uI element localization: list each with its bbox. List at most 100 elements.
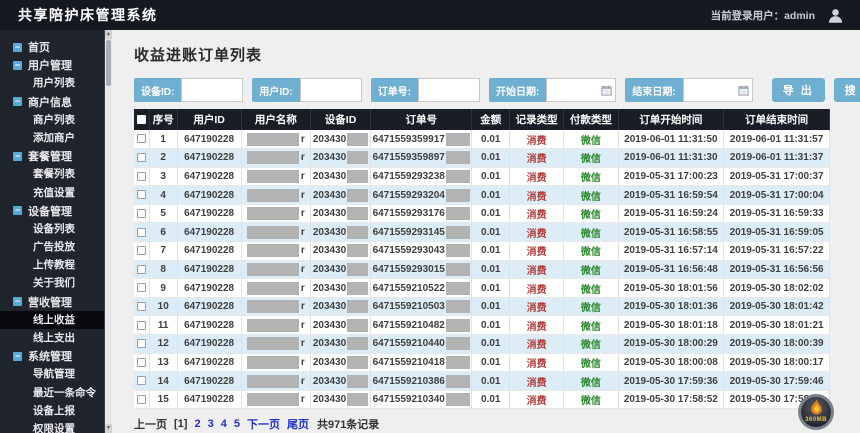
pagination: 上一页[1]2345下一页尾页共971条记录 [134,416,830,432]
row-checkbox[interactable] [137,358,146,367]
cell-user-id: 647190228 [177,390,241,409]
collapse-minus-icon[interactable]: − [13,97,22,106]
search-label-end-date: 结束日期: [625,78,682,102]
scrollbar-up-arrow-icon[interactable]: ▲ [105,30,112,39]
collapse-minus-icon[interactable]: − [13,43,22,52]
column-header-user-id: 用户ID [177,109,241,130]
cell-order-no: 6471559293145 [370,223,472,242]
cell-device-id: 203430 [311,372,371,391]
row-checkbox[interactable] [137,246,146,255]
360-speed-badge[interactable]: 360MB [798,394,834,430]
cell-device-id: 203430 [311,260,371,279]
row-select-cell [134,149,149,168]
search-input-start-date[interactable] [546,78,616,102]
select-all-cell [134,109,149,130]
sidebar-section-user-management[interactable]: −用户管理 [0,56,104,74]
sidebar-item-permission-settings[interactable]: 权限设置 [0,420,104,433]
sidebar-section-system-management[interactable]: −系统管理 [0,347,104,365]
sidebar-item-device-list[interactable]: 设备列表 [0,220,104,238]
sidebar-item-online-revenue[interactable]: 线上收益 [0,311,104,329]
row-checkbox[interactable] [137,302,146,311]
search-input-end-date[interactable] [683,78,753,102]
scrollbar-down-arrow-icon[interactable]: ▼ [105,424,112,433]
page-next-link[interactable]: 下一页 [247,416,280,432]
cell-end-time: 2019-05-31 16:59:05 [724,223,830,242]
row-checkbox[interactable] [137,134,146,143]
cell-amount: 0.01 [472,242,510,261]
row-checkbox[interactable] [137,321,146,330]
sidebar-section-revenue-management[interactable]: −营收管理 [0,293,104,311]
order-no-text: 6471559293238 [373,171,445,182]
row-checkbox[interactable] [137,265,146,274]
page-last-link[interactable]: 尾页 [287,416,309,432]
table-header-row: 序号用户ID用户名称设备ID订单号金额记录类型付款类型订单开始时间订单结束时间 [134,109,830,130]
sidebar-item-recharge-settings[interactable]: 充值设置 [0,184,104,202]
sidebar-section-merchant-info[interactable]: −商户信息 [0,93,104,111]
search-label-start-date: 开始日期: [489,78,546,102]
row-checkbox[interactable] [137,376,146,385]
search-input-device-id[interactable] [181,78,243,102]
row-checkbox[interactable] [137,153,146,162]
search-button[interactable]: 搜 索 [834,78,860,102]
table-row: 5647190228r20343064715592931760.01消费微信20… [134,204,830,223]
row-checkbox[interactable] [137,228,146,237]
row-checkbox[interactable] [137,209,146,218]
collapse-minus-icon[interactable]: − [13,352,22,361]
collapse-minus-icon[interactable]: − [13,206,22,215]
search-input-user-id[interactable] [300,78,362,102]
scrollbar-thumb[interactable] [106,40,111,86]
sidebar-section-package-management[interactable]: −套餐管理 [0,147,104,165]
sidebar-item-merchant-list[interactable]: 商户列表 [0,111,104,129]
page-link-3[interactable]: 3 [208,418,214,430]
row-checkbox[interactable] [137,283,146,292]
user-name-suffix: r [301,338,305,349]
sidebar-item-add-merchant[interactable]: 添加商户 [0,129,104,147]
sidebar-scrollbar[interactable]: ▲ ▼ [104,30,112,433]
calendar-icon[interactable] [601,85,612,96]
page-link-5[interactable]: 5 [234,418,240,430]
row-checkbox[interactable] [137,172,146,181]
row-checkbox[interactable] [137,190,146,199]
sidebar-item-latest-command[interactable]: 最近一条命令 [0,384,104,402]
cell-user-name: r [241,242,311,261]
sidebar-item-package-list[interactable]: 套餐列表 [0,165,104,183]
row-checkbox[interactable] [137,339,146,348]
collapse-minus-icon[interactable]: − [13,61,22,70]
redacted-order-no [446,319,470,332]
cell-record-type: 消费 [510,335,564,354]
sidebar-item-device-report[interactable]: 设备上报 [0,402,104,420]
order-no-text: 6471559293176 [373,208,445,219]
redacted-user-name [247,226,299,239]
redacted-user-name [247,151,299,164]
cell-seq: 6 [149,223,177,242]
collapse-minus-icon[interactable]: − [13,297,22,306]
cell-pay-type: 微信 [564,316,618,335]
cell-record-type: 消费 [510,223,564,242]
sidebar-section-home[interactable]: −首页 [0,38,104,56]
sidebar-item-online-expense[interactable]: 线上支出 [0,329,104,347]
page-link-2[interactable]: 2 [194,418,200,430]
collapse-minus-icon[interactable]: − [13,152,22,161]
calendar-icon[interactable] [738,85,749,96]
sidebar-section-device-management[interactable]: −设备管理 [0,202,104,220]
user-avatar-icon[interactable] [827,7,844,24]
sidebar-item-about-us[interactable]: 关于我们 [0,274,104,292]
row-checkbox[interactable] [137,395,146,404]
cell-order-no: 6471559293238 [370,167,472,186]
sidebar-item-upload-tutorial[interactable]: 上传教程 [0,256,104,274]
export-button[interactable]: 导 出 [772,78,825,102]
sidebar-item-ad-placement[interactable]: 广告投放 [0,238,104,256]
page-link-4[interactable]: 4 [221,418,227,430]
cell-start-time: 2019-05-30 18:00:29 [618,335,724,354]
search-input-order-no[interactable] [418,78,480,102]
table-row: 8647190228r20343064715592930150.01消费微信20… [134,260,830,279]
sidebar-item-nav-management[interactable]: 导航管理 [0,365,104,383]
cell-seq: 14 [149,372,177,391]
page-prev-link[interactable]: 上一页 [134,416,167,432]
user-name-suffix: r [301,246,305,257]
sidebar-item-user-list[interactable]: 用户列表 [0,74,104,92]
select-all-checkbox[interactable] [137,115,146,124]
table-row: 15647190228r20343064715592103400.01消费微信2… [134,390,830,409]
cell-order-no: 6471559210503 [370,297,472,316]
cell-user-id: 647190228 [177,372,241,391]
